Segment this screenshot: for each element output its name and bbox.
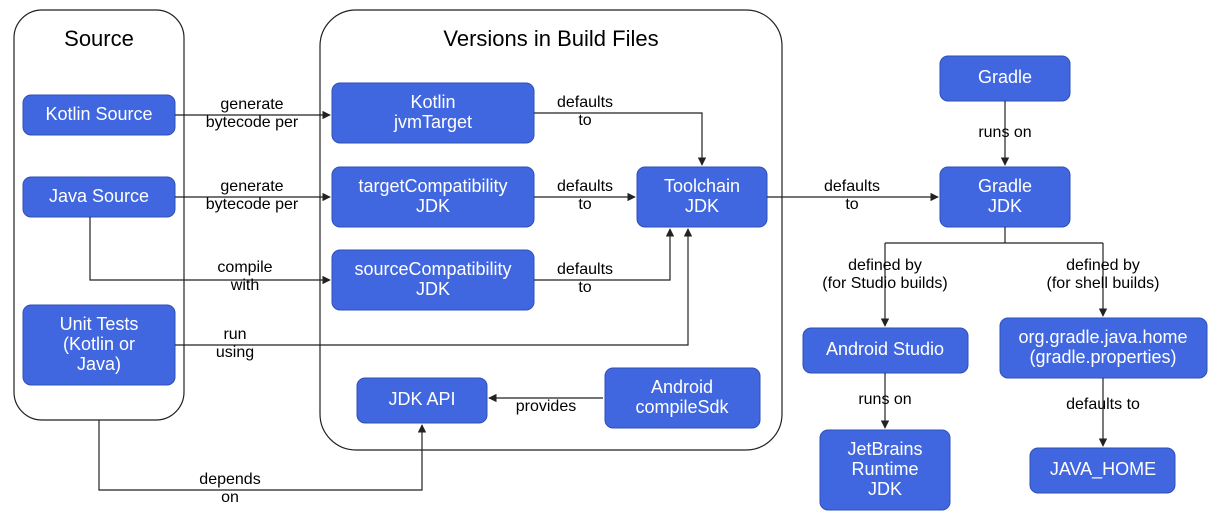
edge-java-to-sourcecompat: [90, 217, 330, 280]
edge-label-defaults-d1: defaults: [824, 178, 880, 195]
label-source-compat-2: JDK: [416, 279, 450, 299]
label-unit-tests-2: (Kotlin or: [63, 334, 135, 354]
edge-label-gen-bytecode-b1: generate: [220, 178, 283, 195]
edge-label-gen-bytecode-b2: bytecode per: [206, 196, 299, 213]
label-org-gradle-2: (gradle.properties): [1029, 347, 1176, 367]
label-org-gradle-1: org.gradle.java.home: [1018, 327, 1187, 347]
edge-label-defaults-a1: defaults: [557, 94, 613, 111]
edge-label-gen-bytecode-a2: bytecode per: [206, 114, 299, 131]
edge-label-defined-studio-1: defined by: [848, 257, 922, 274]
edge-label-runs-on-b: runs on: [858, 391, 911, 408]
edge-label-defaults-c1: defaults: [557, 261, 613, 278]
edge-label-runs-on-a: runs on: [978, 124, 1031, 141]
label-jetbrains-2: Runtime: [851, 459, 918, 479]
edge-label-defined-studio-2: (for Studio builds): [822, 275, 947, 292]
label-android-studio: Android Studio: [826, 339, 944, 359]
group-versions-title: Versions in Build Files: [443, 26, 658, 51]
label-unit-tests-1: Unit Tests: [60, 314, 139, 334]
edge-label-defaults-single: defaults to: [1066, 396, 1140, 413]
edge-label-defined-shell-1: defined by: [1066, 257, 1140, 274]
label-toolchain-2: JDK: [685, 196, 719, 216]
label-jdk-api: JDK API: [388, 389, 455, 409]
label-toolchain-1: Toolchain: [664, 176, 740, 196]
edge-label-provides: provides: [516, 398, 576, 415]
edge-label-depends-2: on: [221, 489, 239, 506]
label-java-home: JAVA_HOME: [1050, 459, 1156, 480]
edge-label-defaults-d2: to: [845, 196, 858, 213]
edge-label-defaults-c2: to: [578, 279, 591, 296]
label-kotlin-jvm-2: jvmTarget: [393, 112, 472, 132]
edge-label-gen-bytecode-a1: generate: [220, 96, 283, 113]
edge-label-compile-with-2: with: [230, 277, 259, 294]
edge-label-compile-with-1: compile: [217, 259, 272, 276]
label-android-sdk-1: Android: [651, 377, 713, 397]
label-source-compat-1: sourceCompatibility: [354, 259, 511, 279]
edge-label-depends-1: depends: [199, 471, 260, 488]
label-kotlin-source: Kotlin Source: [45, 104, 152, 124]
label-jetbrains-3: JDK: [868, 479, 902, 499]
edge-label-defaults-a2: to: [578, 112, 591, 129]
label-gradle-jdk-1: Gradle: [978, 176, 1032, 196]
label-target-compat-1: targetCompatibility: [358, 176, 507, 196]
label-gradle: Gradle: [978, 67, 1032, 87]
label-target-compat-2: JDK: [416, 196, 450, 216]
edge-label-run-using-2: using: [216, 344, 254, 361]
edge-label-run-using-1: run: [223, 326, 246, 343]
edge-label-defaults-b1: defaults: [557, 178, 613, 195]
label-unit-tests-3: Java): [77, 354, 121, 374]
group-source-title: Source: [64, 26, 134, 51]
edge-label-defined-shell-2: (for shell builds): [1047, 275, 1160, 292]
label-java-source: Java Source: [49, 186, 149, 206]
label-kotlin-jvm-1: Kotlin: [410, 92, 455, 112]
edge-jvmtarget-to-toolchain: [534, 113, 702, 165]
label-gradle-jdk-2: JDK: [988, 196, 1022, 216]
label-jetbrains-1: JetBrains: [847, 439, 922, 459]
edge-label-defaults-b2: to: [578, 196, 591, 213]
label-android-sdk-2: compileSdk: [635, 397, 729, 417]
